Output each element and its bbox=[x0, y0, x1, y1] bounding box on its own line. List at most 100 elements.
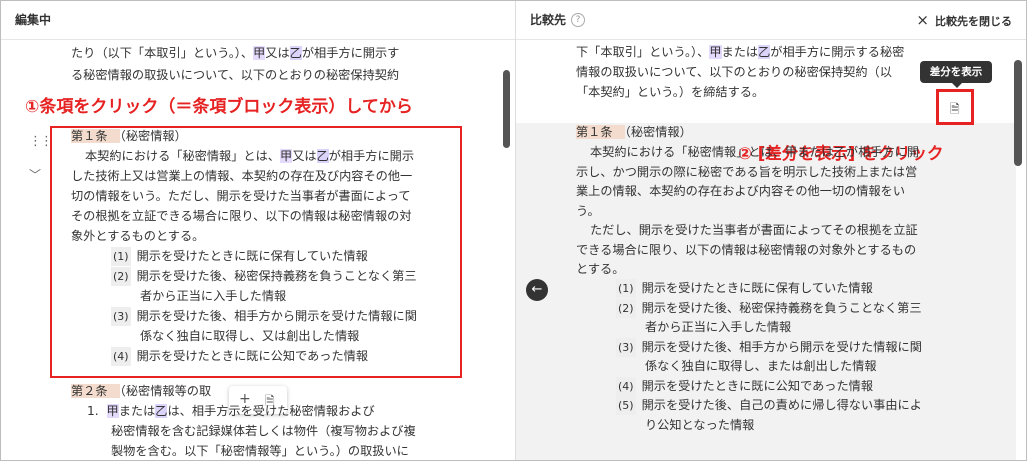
article-1-body-line: 切の情報をいう。ただし、開示を受けた当事者が書面によって bbox=[71, 187, 411, 206]
item-text: 開示を受けた後、相手方から開示を受けた情報に関 bbox=[641, 339, 922, 354]
compare-article-1-item-line: り公知となった情報 bbox=[645, 416, 754, 435]
text-span: または bbox=[118, 404, 156, 418]
article-1-item-line: (1) 開示を受けたときに既に保有していた情報 bbox=[111, 247, 368, 266]
left-scrollbar[interactable] bbox=[503, 70, 510, 148]
compare-article-1-item-line: (5) 開示を受けた後、自己の責めに帰し得ない事由によ bbox=[616, 396, 922, 415]
item-number: (3) bbox=[111, 307, 131, 326]
text-span: 乙 bbox=[155, 404, 168, 418]
item-text: 開示を受けた後、秘密保持義務を負うことなく第三 bbox=[641, 300, 922, 315]
party-label: 乙 bbox=[758, 45, 771, 59]
compare-article-1-body-line: とする。 bbox=[576, 262, 625, 276]
text-span: が相手方に開示す bbox=[301, 46, 400, 60]
party-label: 甲 bbox=[253, 46, 266, 60]
item-number: (2) bbox=[111, 267, 131, 286]
article-1-body-line: 象外とするものとする。 bbox=[71, 227, 204, 246]
item-text: 係なく独自に取得し、または創出した情報 bbox=[645, 359, 877, 373]
text-span: たり（以下「本取引」という。）、 bbox=[71, 46, 254, 60]
item-text: り公知となった情報 bbox=[645, 417, 755, 432]
compare-article-1-item-line: (3) 開示を受けた後、相手方から開示を受けた情報に関 bbox=[616, 337, 922, 357]
article-2-item-line: 秘密情報を含む記録媒体若しくは物件（複写物および複 bbox=[111, 422, 416, 441]
preamble-line: る秘密情報の取扱いについて、以下のとおりの秘密保持契約 bbox=[71, 66, 399, 85]
show-diff-button[interactable]: 🗎 bbox=[936, 89, 974, 125]
article-1-body-line: した技術上又は営業上の情報、本契約の存在及び内容その他一 bbox=[71, 167, 412, 186]
right-scrollbar[interactable] bbox=[1014, 60, 1022, 166]
article-1-item-line: (3) 開示を受けた後、相手方から開示を受けた情報に関 bbox=[111, 307, 417, 326]
item-text: 開示を受けたときに既に公知であった情報 bbox=[136, 349, 369, 363]
step1-instruction: ①条項をクリック（＝条項ブロック表示）してから bbox=[25, 97, 413, 117]
compare-article-1-item-line: 係なく独自に取得し、または創出した情報 bbox=[645, 357, 877, 376]
chevron-down-icon[interactable]: ﹀ bbox=[29, 166, 41, 183]
compare-article-1-body-line: 示し、かつ開示の際に秘密である旨を明示した技術上または営 bbox=[576, 164, 918, 179]
compare-article-1-item-line: (1) 開示を受けたときに既に保有していた情報 bbox=[616, 279, 873, 298]
item-text: 開示を受けたときに既に保有していた情報 bbox=[641, 281, 873, 295]
item-text: 開示を受けた後、自己の責めに帰し得ない事由によ bbox=[641, 398, 922, 412]
arrow-left-icon[interactable]: ← bbox=[526, 279, 548, 301]
article-subtitle: （秘密情報） bbox=[624, 125, 692, 139]
text-span: 製物を含む。以下「秘密情報等」という。）の取扱いに bbox=[111, 444, 409, 458]
compare-window: 編集中 比較先 ? × 比較先を閉じる ①条項をクリック（＝条項ブロック表示）して… bbox=[0, 0, 1027, 461]
compare-article-1-body-line: ただし、開示を受けた当事者が書面によってその根拠を立証 bbox=[590, 223, 918, 237]
item-number: (2) bbox=[616, 298, 636, 318]
item-text: 開示を受けた後、相手方から開示を受けた情報に関 bbox=[136, 309, 417, 323]
item-text: 係なく独自に取得し、又は創出した情報 bbox=[140, 329, 360, 343]
text-span: が相手方に開示する秘密 bbox=[770, 45, 905, 59]
item-text: 者から正当に入手した情報 bbox=[140, 289, 287, 303]
text-span: 象外とするものとする。 bbox=[71, 229, 205, 243]
article-1-item-line: 者から正当に入手した情報 bbox=[140, 287, 286, 306]
compare-preamble-line: 下「本取引」という。）、甲または乙が相手方に開示する秘密 bbox=[576, 43, 904, 62]
item-number: 1. bbox=[87, 404, 103, 418]
article-2-item-line: 1. 甲または乙は、相手方示を受けた秘密情報および bbox=[87, 402, 375, 421]
party-label: 乙 bbox=[289, 46, 302, 60]
text-span: 示を受けた秘密情報および bbox=[228, 404, 375, 418]
item-text: 開示を受けたときに既に保有していた情報 bbox=[136, 249, 368, 263]
preamble-line: たり（以下「本取引」という。）、甲又は乙が相手方に開示す bbox=[71, 44, 399, 63]
text-span: 下「本取引」という。）、 bbox=[576, 45, 710, 59]
text-span: 切の情報をいう。ただし、開示を受けた当事者が書面によって bbox=[71, 189, 411, 203]
text-span: が相手方に開示 bbox=[328, 149, 415, 163]
editing-pane-header: 編集中 bbox=[1, 1, 515, 40]
text-span: その根拠を立証できる場合に限り、以下の情報は秘密情報の対 bbox=[71, 209, 412, 223]
text-span: 又は bbox=[292, 149, 317, 163]
item-number: (5) bbox=[616, 396, 636, 415]
item-text: 者から正当に入手した情報 bbox=[645, 320, 792, 334]
article-1-body-line: 本契約における「秘密情報」とは、甲又は乙が相手方に開示 bbox=[85, 147, 414, 166]
diff-document-icon[interactable]: 🗎 bbox=[950, 100, 960, 121]
text-span: 秘密情報を含む記録媒体若しくは物件（複写物および複 bbox=[111, 424, 416, 438]
text-span: した技術上又は営業上の情報、本契約の存在及び内容その他一 bbox=[71, 169, 413, 183]
compare-preamble-line: 情報の取扱いについて、以下のとおりの秘密保持契約（以 bbox=[576, 63, 892, 82]
compare-pane-header: 比較先 ? × 比較先を閉じる bbox=[516, 1, 1026, 40]
article-subtitle: （秘密情報等の取 bbox=[119, 384, 212, 398]
drag-handle-icon[interactable]: ⋮⋮ bbox=[29, 134, 53, 149]
article-1-item-line: 係なく独自に取得し、又は創出した情報 bbox=[140, 327, 359, 346]
article-2-heading: 第２条 （秘密情報等の取 bbox=[71, 382, 211, 401]
diff-tooltip: 差分を表示 bbox=[920, 61, 992, 88]
compare-pane[interactable]: ② [差分を表示] をクリック 差分を表示 🗎 ← 下「本取引」という。）、甲ま… bbox=[516, 40, 1026, 460]
compare-article-1-body-line: できる場合に限り、以下の情報は秘密情報の対象外とするもの bbox=[576, 242, 917, 257]
compare-article-1-body-line: 本契約における「秘密情報」とは、甲または乙が相手方に開 bbox=[590, 145, 920, 159]
compare-article-1-item-line: 者から正当に入手した情報 bbox=[645, 318, 791, 337]
article-1-item-line: (4) 開示を受けたときに既に公知であった情報 bbox=[111, 347, 368, 366]
article-number: 第２条 bbox=[71, 384, 120, 398]
item-number: (4) bbox=[111, 347, 131, 366]
article-number: 第１条 bbox=[71, 129, 120, 143]
text-span: 又は bbox=[265, 46, 290, 60]
party-label: 甲 bbox=[709, 45, 722, 59]
text-span: 甲 bbox=[106, 404, 119, 418]
compare-article-1-heading: 第１条 （秘密情報） bbox=[576, 123, 692, 142]
article-1-body-line: その根拠を立証できる場合に限り、以下の情報は秘密情報の対 bbox=[71, 207, 412, 226]
editing-pane[interactable]: ①条項をクリック（＝条項ブロック表示）してから ⋮⋮ ﹀ + 🗎 たり（以下「本… bbox=[1, 40, 515, 460]
item-number: (1) bbox=[616, 279, 636, 298]
item-number: (3) bbox=[616, 337, 636, 357]
article-subtitle: （秘密情報） bbox=[119, 129, 187, 143]
compare-article-1-body-line: う。 bbox=[576, 203, 600, 218]
item-number: (1) bbox=[111, 247, 131, 266]
help-icon[interactable]: ? bbox=[571, 13, 585, 27]
article-number: 第１条 bbox=[576, 125, 625, 139]
text-span: る秘密情報の取扱いについて、以下のとおりの秘密保持契約 bbox=[71, 68, 400, 82]
party-label: 甲 bbox=[280, 149, 293, 163]
text-span: 「本契約」という。）を締結する。 bbox=[576, 85, 765, 99]
text-span: 本契約における「秘密情報」とは、 bbox=[85, 149, 280, 163]
party-label: 乙 bbox=[316, 149, 329, 163]
item-number: (4) bbox=[616, 376, 636, 396]
close-compare-button[interactable]: × 比較先を閉じる bbox=[916, 1, 1012, 41]
